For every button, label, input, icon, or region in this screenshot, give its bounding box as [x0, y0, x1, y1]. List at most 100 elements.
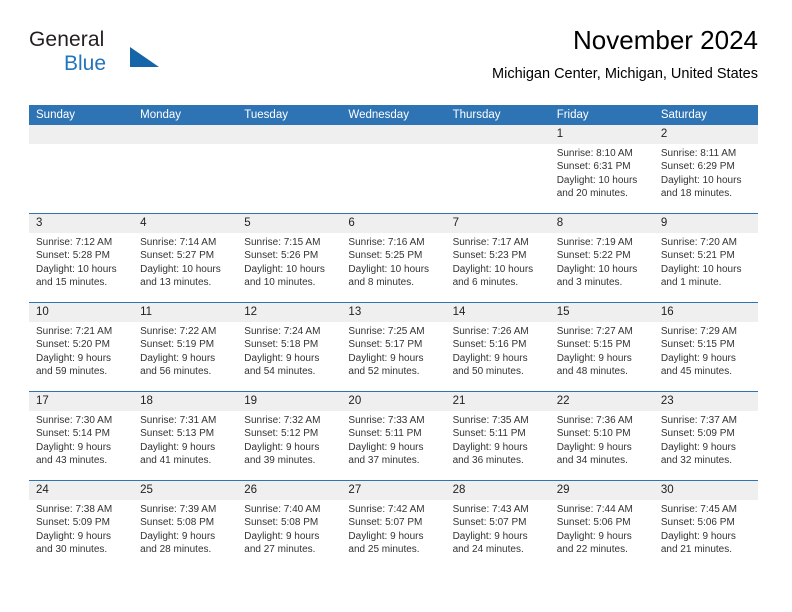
day-number: 24	[36, 484, 49, 496]
daylight-duration: Daylight: 9 hours and 28 minutes.	[140, 530, 216, 556]
day-sun-info: Sunrise: 7:14 AM Sunset: 5:27 PM Daylight:…	[140, 236, 231, 290]
calendar-day-cell[interactable]: 30 Sunrise: 7:45 AM Sunset: 5:06 PM Dayligh…	[654, 481, 758, 567]
calendar-day-cell[interactable]: 10 Sunrise: 7:21 AM Sunset: 5:20 PM Dayligh…	[29, 303, 133, 391]
sunrise-time: Sunrise: 7:26 AM	[452, 326, 529, 337]
calendar-day-cell[interactable]: 14 Sunrise: 7:26 AM Sunset: 5:16 PM Dayligh…	[446, 303, 550, 391]
day-sun-info: Sunrise: 7:38 AM Sunset: 5:09 PM Daylight:…	[36, 503, 127, 557]
sunset-time: Sunset: 5:22 PM	[556, 250, 631, 262]
sunset-time: Sunset: 5:19 PM	[140, 339, 215, 351]
calendar-day-cell[interactable]: 28 Sunrise: 7:43 AM Sunset: 5:07 PM Dayligh…	[446, 481, 550, 567]
day-number: 19	[244, 395, 258, 407]
calendar-day-cell[interactable]: 23 Sunrise: 7:37 AM Sunset: 5:09 PM Dayligh…	[654, 392, 758, 480]
weekday-header-wednesday: Wednesday	[348, 109, 409, 121]
day-number: 25	[140, 484, 153, 496]
sunrise-time: Sunrise: 7:20 AM	[660, 237, 737, 248]
sunrise-time: Sunrise: 7:42 AM	[348, 504, 425, 515]
day-sun-info: Sunrise: 7:24 AM Sunset: 5:18 PM Daylight:…	[244, 325, 335, 379]
title-block: November 2024 Michigan Center, Michigan,…	[492, 24, 758, 83]
calendar-day-cell[interactable]: 12 Sunrise: 7:24 AM Sunset: 5:18 PM Dayligh…	[237, 303, 341, 391]
sunset-time: Sunset: 5:13 PM	[140, 428, 215, 440]
daylight-duration: Daylight: 9 hours and 59 minutes.	[36, 352, 112, 378]
sunset-time: Sunset: 5:28 PM	[36, 250, 110, 262]
calendar-day-cell[interactable]: 5 Sunrise: 7:15 AM Sunset: 5:26 PM Daylight…	[237, 214, 341, 302]
calendar-day-cell[interactable]: 2 Sunrise: 8:11 AM Sunset: 6:29 PM Daylight…	[654, 125, 758, 213]
weekday-header-thursday: Thursday	[452, 109, 501, 121]
daylight-duration: Daylight: 10 hours and 10 minutes.	[244, 263, 325, 289]
sunrise-time: Sunrise: 7:44 AM	[556, 504, 633, 515]
sunrise-time: Sunrise: 7:36 AM	[556, 415, 633, 426]
day-sun-info: Sunrise: 7:39 AM Sunset: 5:08 PM Daylight:…	[140, 503, 231, 557]
daylight-duration: Daylight: 9 hours and 36 minutes.	[452, 441, 528, 467]
daylight-duration: Daylight: 9 hours and 21 minutes.	[660, 530, 736, 556]
calendar-day-cell[interactable]: 1 Sunrise: 8:10 AM Sunset: 6:31 PM Daylight…	[550, 125, 654, 213]
calendar-day-cell[interactable]: 7 Sunrise: 7:17 AM Sunset: 5:23 PM Daylight…	[446, 214, 550, 302]
sunset-time: Sunset: 5:09 PM	[36, 517, 110, 529]
day-number: 12	[244, 306, 258, 318]
calendar-day-cell-empty	[29, 125, 133, 213]
calendar-day-cell[interactable]: 3 Sunrise: 7:12 AM Sunset: 5:28 PM Daylight…	[29, 214, 133, 302]
weekday-header-row: Sunday Monday Tuesday Wednesday Thursday…	[29, 105, 758, 125]
sunset-time: Sunset: 5:23 PM	[452, 250, 527, 262]
calendar-day-cell[interactable]: 15 Sunrise: 7:27 AM Sunset: 5:15 PM Dayligh…	[550, 303, 654, 391]
day-number: 27	[348, 484, 362, 496]
day-sun-info: Sunrise: 7:27 AM Sunset: 5:15 PM Daylight:…	[557, 325, 648, 379]
calendar-day-cell[interactable]: 13 Sunrise: 7:25 AM Sunset: 5:17 PM Dayligh…	[341, 303, 445, 391]
day-sun-info: Sunrise: 7:40 AM Sunset: 5:08 PM Daylight:…	[244, 503, 335, 557]
calendar-week-row: 17 Sunrise: 7:30 AM Sunset: 5:14 PM Dayligh…	[29, 391, 758, 480]
sunrise-time: Sunrise: 8:10 AM	[556, 148, 633, 159]
calendar-day-cell[interactable]: 8 Sunrise: 7:19 AM Sunset: 5:22 PM Daylight…	[550, 214, 654, 302]
day-sun-info: Sunrise: 7:33 AM Sunset: 5:11 PM Daylight:…	[348, 414, 439, 468]
calendar-day-cell[interactable]: 27 Sunrise: 7:42 AM Sunset: 5:07 PM Dayligh…	[341, 481, 445, 567]
daylight-duration: Daylight: 9 hours and 27 minutes.	[244, 530, 320, 556]
calendar-day-cell-empty	[446, 125, 550, 213]
sunrise-time: Sunrise: 7:21 AM	[36, 326, 113, 337]
sunset-time: Sunset: 5:17 PM	[348, 339, 423, 351]
sunrise-time: Sunrise: 7:45 AM	[660, 504, 737, 515]
general-blue-logo[interactable]: General Blue	[29, 28, 249, 86]
daylight-duration: Daylight: 9 hours and 45 minutes.	[660, 352, 736, 378]
calendar-day-cell[interactable]: 17 Sunrise: 7:30 AM Sunset: 5:14 PM Dayligh…	[29, 392, 133, 480]
day-number: 21	[452, 395, 466, 407]
calendar-day-cell[interactable]: 11 Sunrise: 7:22 AM Sunset: 5:19 PM Dayligh…	[133, 303, 237, 391]
day-sun-info: Sunrise: 7:31 AM Sunset: 5:13 PM Daylight:…	[140, 414, 231, 468]
day-sun-info: Sunrise: 7:22 AM Sunset: 5:19 PM Daylight:…	[140, 325, 231, 379]
day-number: 10	[36, 306, 49, 318]
daylight-duration: Daylight: 9 hours and 34 minutes.	[556, 441, 632, 467]
sunrise-time: Sunrise: 7:24 AM	[244, 326, 321, 337]
triangle-flag-icon	[130, 47, 159, 67]
day-number: 14	[452, 306, 466, 318]
calendar-day-cell[interactable]: 22 Sunrise: 7:36 AM Sunset: 5:10 PM Dayligh…	[550, 392, 654, 480]
day-number: 11	[140, 306, 153, 318]
day-number: 3	[36, 217, 43, 229]
page-title: November 2024	[573, 25, 758, 55]
calendar-day-cell[interactable]: 25 Sunrise: 7:39 AM Sunset: 5:08 PM Dayligh…	[133, 481, 237, 567]
calendar-day-cell[interactable]: 24 Sunrise: 7:38 AM Sunset: 5:09 PM Dayligh…	[29, 481, 133, 567]
sunrise-time: Sunrise: 7:30 AM	[36, 415, 113, 426]
calendar-day-cell[interactable]: 6 Sunrise: 7:16 AM Sunset: 5:25 PM Daylight…	[341, 214, 445, 302]
calendar-day-cell-empty	[341, 125, 445, 213]
day-sun-info: Sunrise: 7:20 AM Sunset: 5:21 PM Daylight:…	[661, 236, 752, 290]
calendar-day-cell[interactable]: 26 Sunrise: 7:40 AM Sunset: 5:08 PM Dayligh…	[237, 481, 341, 567]
weekday-header-tuesday: Tuesday	[244, 109, 288, 121]
day-number: 15	[556, 306, 570, 318]
daylight-duration: Daylight: 9 hours and 25 minutes.	[348, 530, 424, 556]
sunset-time: Sunset: 5:18 PM	[244, 339, 319, 351]
calendar-week-row: 24 Sunrise: 7:38 AM Sunset: 5:09 PM Dayligh…	[29, 480, 758, 567]
calendar-day-cell[interactable]: 19 Sunrise: 7:32 AM Sunset: 5:12 PM Dayligh…	[237, 392, 341, 480]
calendar-day-cell[interactable]: 4 Sunrise: 7:14 AM Sunset: 5:27 PM Daylight…	[133, 214, 237, 302]
day-sun-info: Sunrise: 7:35 AM Sunset: 5:11 PM Daylight:…	[453, 414, 544, 468]
calendar-day-cell[interactable]: 29 Sunrise: 7:44 AM Sunset: 5:06 PM Dayligh…	[550, 481, 654, 567]
calendar-day-cell[interactable]: 16 Sunrise: 7:29 AM Sunset: 5:15 PM Dayligh…	[654, 303, 758, 391]
calendar-day-cell[interactable]: 9 Sunrise: 7:20 AM Sunset: 5:21 PM Daylight…	[654, 214, 758, 302]
day-sun-info: Sunrise: 7:42 AM Sunset: 5:07 PM Daylight:…	[348, 503, 439, 557]
daylight-duration: Daylight: 10 hours and 13 minutes.	[140, 263, 221, 289]
calendar-day-cell[interactable]: 20 Sunrise: 7:33 AM Sunset: 5:11 PM Dayligh…	[341, 392, 445, 480]
calendar-week-row: 3 Sunrise: 7:12 AM Sunset: 5:28 PM Daylight…	[29, 213, 758, 302]
sunset-time: Sunset: 5:07 PM	[452, 517, 527, 529]
daylight-duration: Daylight: 9 hours and 41 minutes.	[140, 441, 216, 467]
daylight-duration: Daylight: 9 hours and 43 minutes.	[36, 441, 112, 467]
sunrise-time: Sunrise: 7:14 AM	[140, 237, 217, 248]
calendar-day-cell[interactable]: 21 Sunrise: 7:35 AM Sunset: 5:11 PM Dayligh…	[446, 392, 550, 480]
calendar-day-cell[interactable]: 18 Sunrise: 7:31 AM Sunset: 5:13 PM Dayligh…	[133, 392, 237, 480]
sunset-time: Sunset: 5:25 PM	[348, 250, 423, 262]
